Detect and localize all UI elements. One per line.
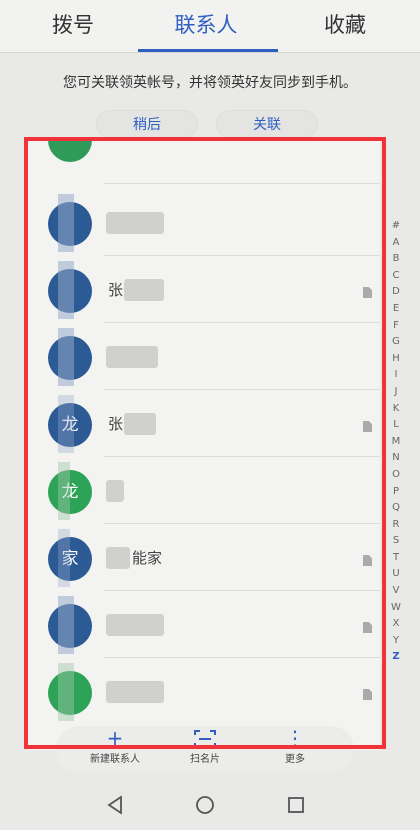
blurred-name — [124, 413, 156, 435]
index-letter[interactable]: # — [389, 218, 403, 235]
index-letter-active[interactable]: Z — [389, 649, 403, 666]
index-letter[interactable]: B — [389, 251, 403, 268]
index-letter[interactable]: C — [389, 268, 403, 285]
bottom-action-bar: + 新建联系人 扫名片 ⋮ 更多 — [56, 726, 354, 772]
contact-row[interactable]: 家 能家 — [28, 525, 380, 591]
blurred-name — [106, 212, 164, 234]
contact-row[interactable]: 龙 张 — [28, 391, 380, 457]
alphabet-index[interactable]: # A B C D E F G H I J K L M N O P Q R S … — [389, 218, 403, 666]
index-letter[interactable]: E — [389, 301, 403, 318]
link-button[interactable]: 关联 — [216, 110, 318, 138]
tab-bar: 拨号 联系人 收藏 — [0, 0, 420, 52]
blurred-name — [106, 547, 130, 569]
index-letter[interactable]: V — [389, 583, 403, 600]
index-letter[interactable]: M — [389, 434, 403, 451]
divider — [104, 657, 380, 658]
blurred-region — [58, 395, 74, 453]
contact-row[interactable] — [28, 592, 380, 658]
recents-icon[interactable] — [285, 794, 307, 816]
tab-dial[interactable]: 拨号 — [48, 10, 98, 40]
index-letter[interactable]: S — [389, 533, 403, 550]
index-letter[interactable]: I — [389, 367, 403, 384]
contact-row[interactable] — [28, 140, 380, 184]
divider — [104, 456, 380, 457]
scan-icon — [160, 726, 250, 750]
more-label: 更多 — [285, 754, 305, 765]
scan-card-button[interactable]: 扫名片 — [160, 726, 250, 772]
blurred-region — [58, 596, 74, 654]
contact-name: 能家 — [132, 549, 163, 567]
index-letter[interactable]: X — [389, 616, 403, 633]
home-icon[interactable] — [194, 794, 216, 816]
blurred-region — [58, 328, 74, 386]
divider — [104, 255, 380, 256]
contact-name: 张 — [108, 415, 124, 433]
divider — [104, 183, 380, 184]
card-icon — [363, 622, 372, 633]
blurred-region — [58, 462, 70, 520]
contact-row[interactable] — [28, 324, 380, 390]
contact-row[interactable]: 张 — [28, 257, 380, 323]
blurred-name — [106, 614, 164, 636]
scan-card-label: 扫名片 — [190, 754, 220, 765]
contact-name: 张 — [108, 281, 124, 299]
divider — [0, 52, 420, 53]
index-letter[interactable]: R — [389, 517, 403, 534]
index-letter[interactable]: K — [389, 401, 403, 418]
more-button[interactable]: ⋮ 更多 — [250, 726, 340, 772]
blurred-region — [58, 529, 70, 587]
divider — [104, 389, 380, 390]
index-letter[interactable]: F — [389, 318, 403, 335]
avatar: 龙 — [48, 470, 92, 514]
new-contact-label: 新建联系人 — [90, 754, 140, 765]
index-letter[interactable]: U — [389, 566, 403, 583]
index-letter[interactable]: Y — [389, 633, 403, 650]
contact-row[interactable] — [28, 659, 380, 725]
blurred-region — [58, 663, 74, 721]
blurred-name — [106, 480, 124, 502]
index-letter[interactable]: W — [389, 600, 403, 617]
index-letter[interactable]: T — [389, 550, 403, 567]
blurred-name — [124, 279, 164, 301]
plus-icon: + — [106, 726, 124, 750]
index-letter[interactable]: L — [389, 417, 403, 434]
tab-contacts[interactable]: 联系人 — [170, 10, 242, 40]
index-letter[interactable]: J — [389, 384, 403, 401]
blurred-region — [58, 261, 74, 319]
card-icon — [363, 555, 372, 566]
blurred-name — [106, 346, 158, 368]
system-nav-bar — [0, 780, 420, 830]
divider — [104, 322, 380, 323]
avatar — [48, 140, 92, 162]
card-icon — [363, 287, 372, 298]
contact-row[interactable]: 龙 — [28, 458, 380, 524]
card-icon — [363, 689, 372, 700]
contact-row[interactable] — [28, 190, 380, 256]
linkedin-notice: 您可关联领英帐号，并将领英好友同步到手机。 — [63, 75, 357, 91]
index-letter[interactable]: Q — [389, 500, 403, 517]
more-vertical-icon: ⋮ — [285, 726, 305, 750]
avatar: 家 — [48, 537, 92, 581]
contact-list[interactable]: 张 龙 张 龙 家 能家 — [28, 140, 380, 750]
index-letter[interactable]: H — [389, 351, 403, 368]
divider — [104, 590, 380, 591]
index-letter[interactable]: O — [389, 467, 403, 484]
back-icon[interactable] — [104, 794, 126, 816]
index-letter[interactable]: P — [389, 484, 403, 501]
tab-favorites[interactable]: 收藏 — [320, 10, 370, 40]
divider — [104, 523, 380, 524]
index-letter[interactable]: A — [389, 235, 403, 252]
later-button[interactable]: 稍后 — [96, 110, 198, 138]
blurred-region — [58, 194, 74, 252]
index-letter[interactable]: N — [389, 450, 403, 467]
card-icon — [363, 421, 372, 432]
index-letter[interactable]: G — [389, 334, 403, 351]
blurred-name — [106, 681, 164, 703]
index-letter[interactable]: D — [389, 284, 403, 301]
new-contact-button[interactable]: + 新建联系人 — [70, 726, 160, 772]
